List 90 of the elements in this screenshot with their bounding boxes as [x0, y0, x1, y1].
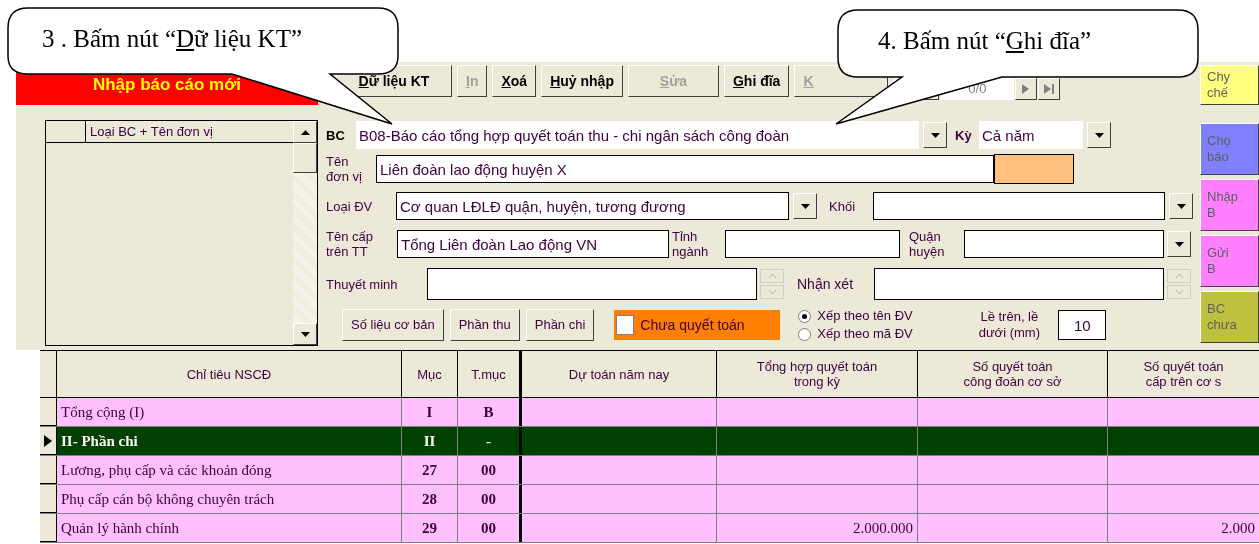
table-cell: 29 — [402, 514, 458, 542]
column-header: Số quyết toán công đoàn cơ sở — [918, 351, 1108, 397]
table-row[interactable]: Phụ cấp cán bộ không chuyên trách 28 00 — [40, 485, 1259, 514]
column-header: Dự toán năm nay — [522, 351, 717, 397]
table-cell: I — [402, 398, 458, 426]
column-header: Chỉ tiêu NSCĐ — [57, 351, 402, 397]
toolbar-button[interactable]: Huỷ nhập — [541, 65, 623, 97]
radio-label: Xếp theo mã ĐV — [817, 325, 913, 344]
next-record-icon[interactable] — [1015, 78, 1038, 100]
table-row[interactable]: Lương, phụ cấp và các khoản đóng 27 00 — [40, 456, 1259, 485]
checkbox[interactable] — [616, 315, 635, 335]
row-header[interactable] — [40, 485, 57, 513]
row-pointer-icon — [44, 434, 52, 447]
row-header[interactable] — [40, 456, 57, 484]
chevron-down-icon — [1175, 290, 1183, 294]
radio-button[interactable] — [798, 309, 812, 323]
caret-icon — [930, 132, 940, 138]
table-cell-text: 2.000.000 — [853, 518, 913, 538]
chevron-up-icon — [1175, 274, 1183, 278]
field-label: Tên đơn vị — [326, 154, 363, 184]
table-cell: Tổng cộng (I) — [57, 398, 402, 426]
text-field[interactable]: B08-Báo cáo tổng hợp quyết toán thu - chi ngân sách công đoàn — [356, 121, 919, 149]
text-field[interactable] — [725, 230, 900, 258]
field-label: Loại ĐV — [326, 198, 374, 214]
caret-icon — [1174, 241, 1184, 247]
column-header: Tổng hợp quyết toán trong kỳ — [717, 351, 918, 397]
table-cell: 28 — [402, 485, 458, 513]
scroll-thumb[interactable] — [293, 143, 317, 173]
table-cell: Phụ cấp cán bộ không chuyên trách — [57, 485, 402, 513]
field-label: Thuyết minh — [326, 276, 399, 292]
field-label: Lề trên, lề dưới (mm) — [977, 309, 1041, 341]
caret-up-icon — [300, 129, 310, 135]
section-button[interactable]: Phần thu — [449, 309, 520, 341]
section-button[interactable]: Số liệu cơ bản — [342, 309, 444, 341]
table-row[interactable]: Tổng cộng (I) I B — [40, 398, 1259, 427]
row-header[interactable] — [40, 514, 57, 542]
text-field[interactable] — [873, 192, 1165, 220]
table-cell-text: 2.000 — [1221, 518, 1255, 538]
radio-label: Xếp theo tên ĐV — [817, 307, 913, 326]
field-label: Quận huyện — [909, 229, 946, 259]
column-header: Số quyết toán cấp trên cơ s — [1108, 351, 1259, 397]
dropdown-button[interactable] — [1087, 122, 1111, 148]
caret-icon — [1094, 132, 1104, 138]
table-row[interactable]: II- Phần chi II - — [40, 427, 1259, 456]
field-label: Nhận xét — [797, 276, 855, 292]
callout-text: 3 . Bấm nút “Dữ liệu KT” — [42, 24, 303, 54]
last-record-icon[interactable] — [1038, 78, 1061, 100]
toolbar-button[interactable]: Ghi đĩa — [723, 65, 790, 97]
table-cell: II — [402, 427, 458, 455]
scroll-down-button[interactable] — [293, 323, 317, 345]
field-label: Tỉnh ngành — [672, 229, 710, 259]
caret-icon — [1176, 203, 1186, 209]
table-cell: II- Phần chi — [57, 427, 402, 455]
dropdown-button[interactable] — [923, 122, 947, 148]
table-row[interactable]: Quản lý hành chính 29 00 2.000.000 2.000 — [40, 514, 1259, 543]
side-button[interactable]: Chy chế — [1200, 65, 1259, 105]
dropdown-button[interactable] — [793, 193, 817, 219]
field-label: Tên cấp trên TT — [326, 229, 374, 259]
table-cell: 27 — [402, 456, 458, 484]
chevron-down-icon — [768, 290, 776, 294]
table-cell: 00 — [458, 514, 522, 542]
table-cell: Lương, phụ cấp và các khoản đóng — [57, 456, 402, 484]
column-header: Mục — [402, 351, 458, 397]
text-field[interactable]: 10 — [1058, 310, 1107, 340]
text-field[interactable]: Cả năm — [979, 121, 1083, 149]
toolbar-button[interactable]: Xoá — [492, 65, 537, 97]
row-header[interactable] — [40, 398, 57, 426]
text-field[interactable]: Liên đoàn lao động huyện X — [376, 155, 994, 183]
row-header[interactable] — [40, 427, 57, 455]
scroll-up-button[interactable] — [293, 121, 317, 143]
scrollbar[interactable] — [293, 121, 317, 345]
caret-icon — [800, 203, 810, 209]
list-header: Loại BC + Tên đơn vị — [89, 123, 214, 141]
field-label: BC — [326, 127, 346, 143]
radio-button[interactable] — [798, 327, 812, 341]
text-field[interactable] — [964, 230, 1164, 258]
text-field[interactable] — [874, 268, 1164, 300]
text-field[interactable]: Cơ quan LĐLĐ quận, huyện, tương đương — [396, 192, 789, 220]
chevron-up-icon — [768, 274, 776, 278]
caret-icon — [300, 331, 310, 337]
dropdown-button[interactable] — [1167, 231, 1191, 257]
text-field[interactable] — [427, 268, 757, 300]
section-button[interactable]: Phần chi — [525, 309, 595, 341]
field-label: Kỳ — [955, 127, 973, 143]
checkbox-label: Chưa quyết toán — [640, 315, 745, 335]
callout-text: 4. Bấm nút “Ghi đĩa” — [878, 26, 1092, 56]
dropdown-button[interactable] — [1169, 193, 1193, 219]
table-cell: Quản lý hành chính — [57, 514, 402, 542]
field-label: Khối — [829, 198, 857, 214]
text-field[interactable]: Tổng Liên đoàn Lao động VN — [397, 230, 669, 258]
